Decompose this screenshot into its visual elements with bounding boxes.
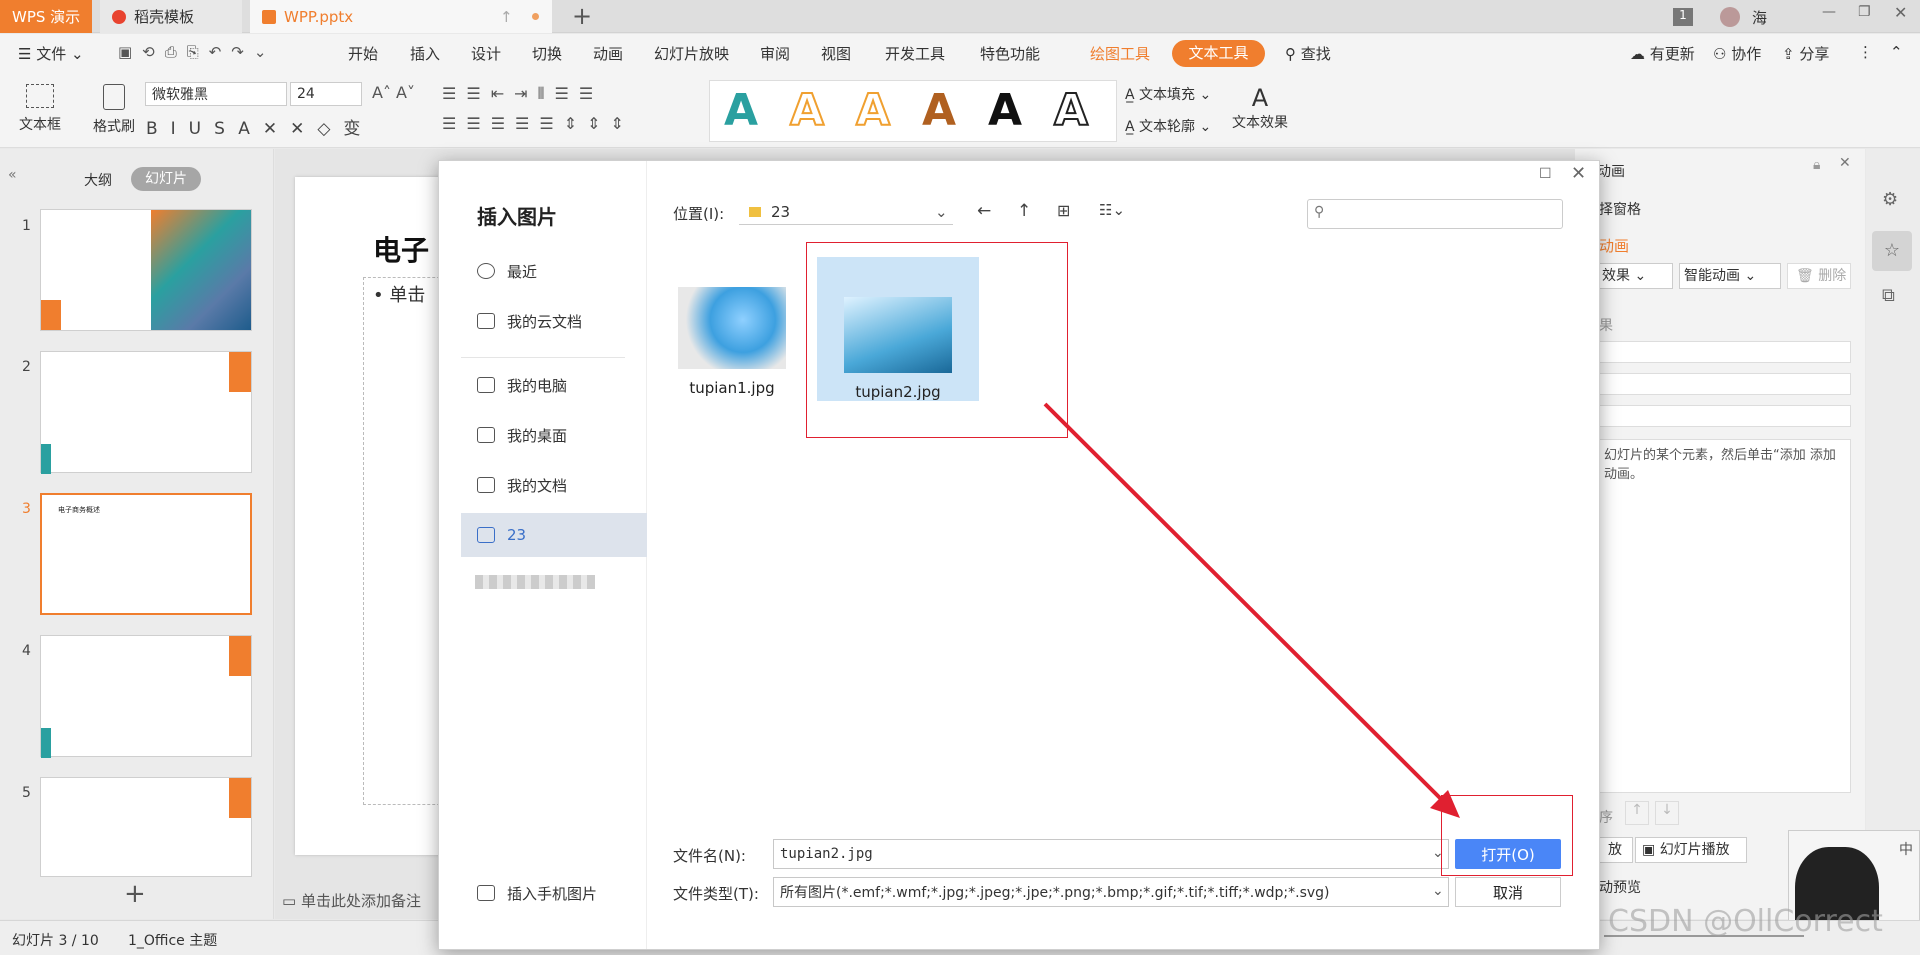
annotation-arrow — [1043, 402, 1460, 818]
watermark: CSDN @OllCorrect — [1608, 904, 1883, 939]
arrow-shaft — [1043, 402, 1448, 806]
